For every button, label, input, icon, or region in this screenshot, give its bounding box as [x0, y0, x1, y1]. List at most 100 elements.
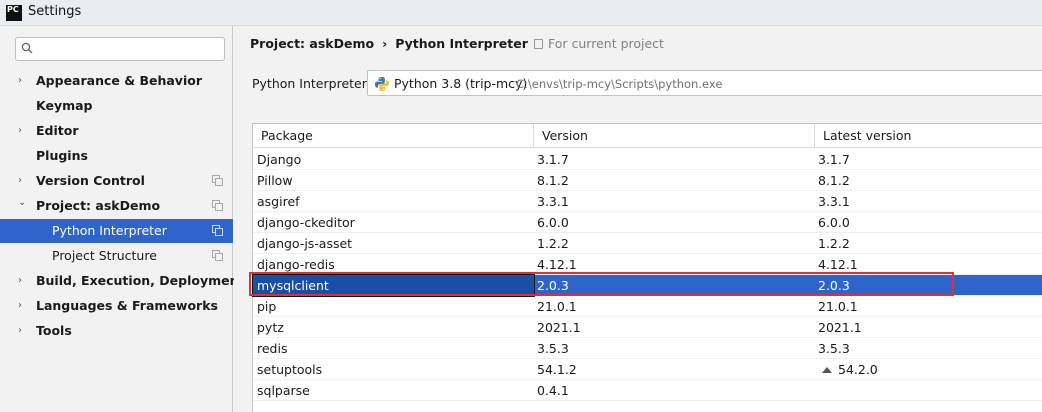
- latest-version-cell: 2.0.3: [818, 275, 1038, 296]
- table-row[interactable]: pip 21.0.1 21.0.1: [253, 296, 1042, 317]
- version-cell: 6.0.0: [537, 212, 813, 233]
- version-cell-text: 1.2.2: [537, 236, 569, 251]
- package-name-cell-text: sqlparse: [257, 383, 310, 398]
- breadcrumb-current: Python Interpreter: [395, 36, 528, 51]
- upgrade-available-icon: [822, 367, 832, 373]
- package-name-cell-text: pytz: [257, 320, 284, 335]
- table-row[interactable]: Pillow 8.1.2 8.1.2: [253, 170, 1042, 191]
- chevron-right-icon[interactable]: ›: [18, 294, 30, 318]
- copy-icon: [534, 39, 543, 49]
- logo-text: PC: [7, 5, 19, 14]
- package-name-cell-text: setuptools: [257, 362, 323, 377]
- latest-version-cell: 3.3.1: [818, 191, 1038, 212]
- search-input[interactable]: [38, 40, 218, 58]
- table-row[interactable]: redis 3.5.3 3.5.3: [253, 338, 1042, 359]
- sidebar-item-build-execution-deployment[interactable]: › Build, Execution, Deployment: [0, 269, 244, 293]
- table-row[interactable]: Django 3.1.7 3.1.7: [253, 149, 1042, 170]
- latest-version-cell-text: 3.5.3: [818, 341, 850, 356]
- package-name-cell-text: django-redis: [257, 257, 335, 272]
- sidebar-item-tools[interactable]: › Tools: [0, 319, 233, 343]
- pycharm-logo-icon: PC: [6, 5, 22, 21]
- sidebar-item-plugins[interactable]: Plugins: [0, 144, 233, 168]
- table-row[interactable]: mysqlclient 2.0.3 2.0.3: [249, 272, 1042, 297]
- chevron-right-icon[interactable]: ›: [18, 319, 30, 343]
- package-name-cell-text: asgiref: [257, 194, 300, 209]
- chevron-down-icon[interactable]: ⌄: [18, 191, 30, 215]
- interpreter-select[interactable]: Python 3.8 (trip-mcy) C:\envs\trip-mcy\S…: [367, 70, 1042, 96]
- breadcrumb-project[interactable]: Project: askDemo: [250, 36, 374, 51]
- package-name-cell: sqlparse: [257, 380, 533, 401]
- sidebar-item-project-askdemo[interactable]: ⌄ Project: askDemo: [0, 194, 233, 218]
- latest-version-cell: 4.12.1: [818, 254, 1038, 275]
- sidebar-item-project-structure[interactable]: Project Structure: [0, 244, 233, 268]
- table-row[interactable]: sqlparse 0.4.1: [253, 380, 1042, 401]
- window-title: Settings: [28, 4, 82, 19]
- search-box[interactable]: [15, 37, 225, 61]
- package-name-cell-text: Django: [257, 152, 302, 167]
- package-name-cell: django-ckeditor: [257, 212, 533, 233]
- table-row[interactable]: django-ckeditor 6.0.0 6.0.0: [253, 212, 1042, 233]
- version-cell: 21.0.1: [537, 296, 813, 317]
- package-name-cell: setuptools: [257, 359, 533, 380]
- package-name-cell-text: pip: [257, 299, 277, 314]
- latest-version-cell: 21.0.1: [818, 296, 1038, 317]
- latest-version-cell-text: 1.2.2: [818, 236, 850, 251]
- table-row[interactable]: django-redis 4.12.1 4.12.1: [253, 254, 1042, 275]
- column-header-latest-version[interactable]: Latest version: [815, 124, 1042, 148]
- sidebar-item-label: Build, Execution, Deployment: [36, 273, 245, 288]
- version-cell: 8.1.2: [537, 170, 813, 191]
- package-name-cell-text: Pillow: [257, 173, 293, 188]
- sidebar-item-version-control[interactable]: › Version Control: [0, 169, 233, 193]
- table-row[interactable]: asgiref 3.3.1 3.3.1: [253, 191, 1042, 212]
- packages-table: Package Version Latest version Django 3.1…: [249, 123, 1042, 412]
- package-name-cell-text: django-js-asset: [257, 236, 353, 251]
- table-header: Package Version Latest version: [253, 124, 1042, 148]
- column-header-version[interactable]: Version: [534, 124, 815, 148]
- sidebar-item-label: Keymap: [36, 98, 93, 113]
- version-cell: 3.5.3: [537, 338, 813, 359]
- chevron-right-icon[interactable]: ›: [18, 119, 30, 143]
- sidebar-item-editor[interactable]: › Editor: [0, 119, 233, 143]
- package-name-cell-text: django-ckeditor: [257, 215, 355, 230]
- latest-version-cell: [818, 380, 1038, 401]
- version-cell-text: 3.1.7: [537, 152, 569, 167]
- interpreter-name: Python 3.8 (trip-mcy): [394, 76, 528, 91]
- sidebar-item-label: Python Interpreter: [52, 223, 167, 238]
- version-cell: 0.4.1: [537, 380, 813, 401]
- latest-version-cell: 2021.1: [818, 317, 1038, 338]
- package-name-cell: mysqlclient: [252, 274, 535, 297]
- scope-label: For current project: [548, 36, 664, 51]
- sidebar-item-languages-frameworks[interactable]: › Languages & Frameworks: [0, 294, 233, 318]
- sidebar-item-label: Appearance & Behavior: [36, 73, 202, 88]
- chevron-right-icon[interactable]: ›: [18, 169, 30, 193]
- sidebar-item-keymap[interactable]: Keymap: [0, 94, 233, 118]
- latest-version-cell-text: 2021.1: [818, 320, 862, 335]
- package-name-cell: django-js-asset: [257, 233, 533, 254]
- main-panel: Project: askDemo › Python Interpreter For …: [234, 26, 1042, 412]
- version-cell-text: 4.12.1: [537, 257, 577, 272]
- chevron-right-icon[interactable]: ›: [18, 269, 30, 293]
- sidebar-item-label: Project: askDemo: [36, 198, 161, 213]
- latest-version-cell: 3.1.7: [818, 149, 1038, 170]
- breadcrumb-separator: ›: [382, 36, 388, 51]
- chevron-right-icon[interactable]: ›: [18, 69, 30, 93]
- version-cell-text: 0.4.1: [537, 383, 569, 398]
- latest-version-cell: 54.2.0: [818, 359, 1038, 380]
- sidebar-item-label: Editor: [36, 123, 79, 138]
- package-name-cell: Pillow: [257, 170, 533, 191]
- latest-version-cell: 6.0.0: [818, 212, 1038, 233]
- table-row[interactable]: setuptools 54.1.2 54.2.0: [253, 359, 1042, 380]
- latest-version-cell: 1.2.2: [818, 233, 1038, 254]
- table-row[interactable]: pytz 2021.1 2021.1: [253, 317, 1042, 338]
- latest-version-cell-text: 3.3.1: [818, 194, 850, 209]
- table-row[interactable]: django-js-asset 1.2.2 1.2.2: [253, 233, 1042, 254]
- search-icon: [21, 42, 33, 54]
- latest-version-cell: 8.1.2: [818, 170, 1038, 191]
- sidebar-item-python-interpreter[interactable]: Python Interpreter: [0, 219, 233, 243]
- package-name-cell: Django: [257, 149, 533, 170]
- sidebar-item-appearance-behavior[interactable]: › Appearance & Behavior: [0, 69, 233, 93]
- copy-icon: [212, 225, 223, 236]
- column-header-package[interactable]: Package: [253, 124, 534, 148]
- version-cell-text: 54.1.2: [537, 362, 577, 377]
- latest-version-cell-text: 21.0.1: [818, 299, 858, 314]
